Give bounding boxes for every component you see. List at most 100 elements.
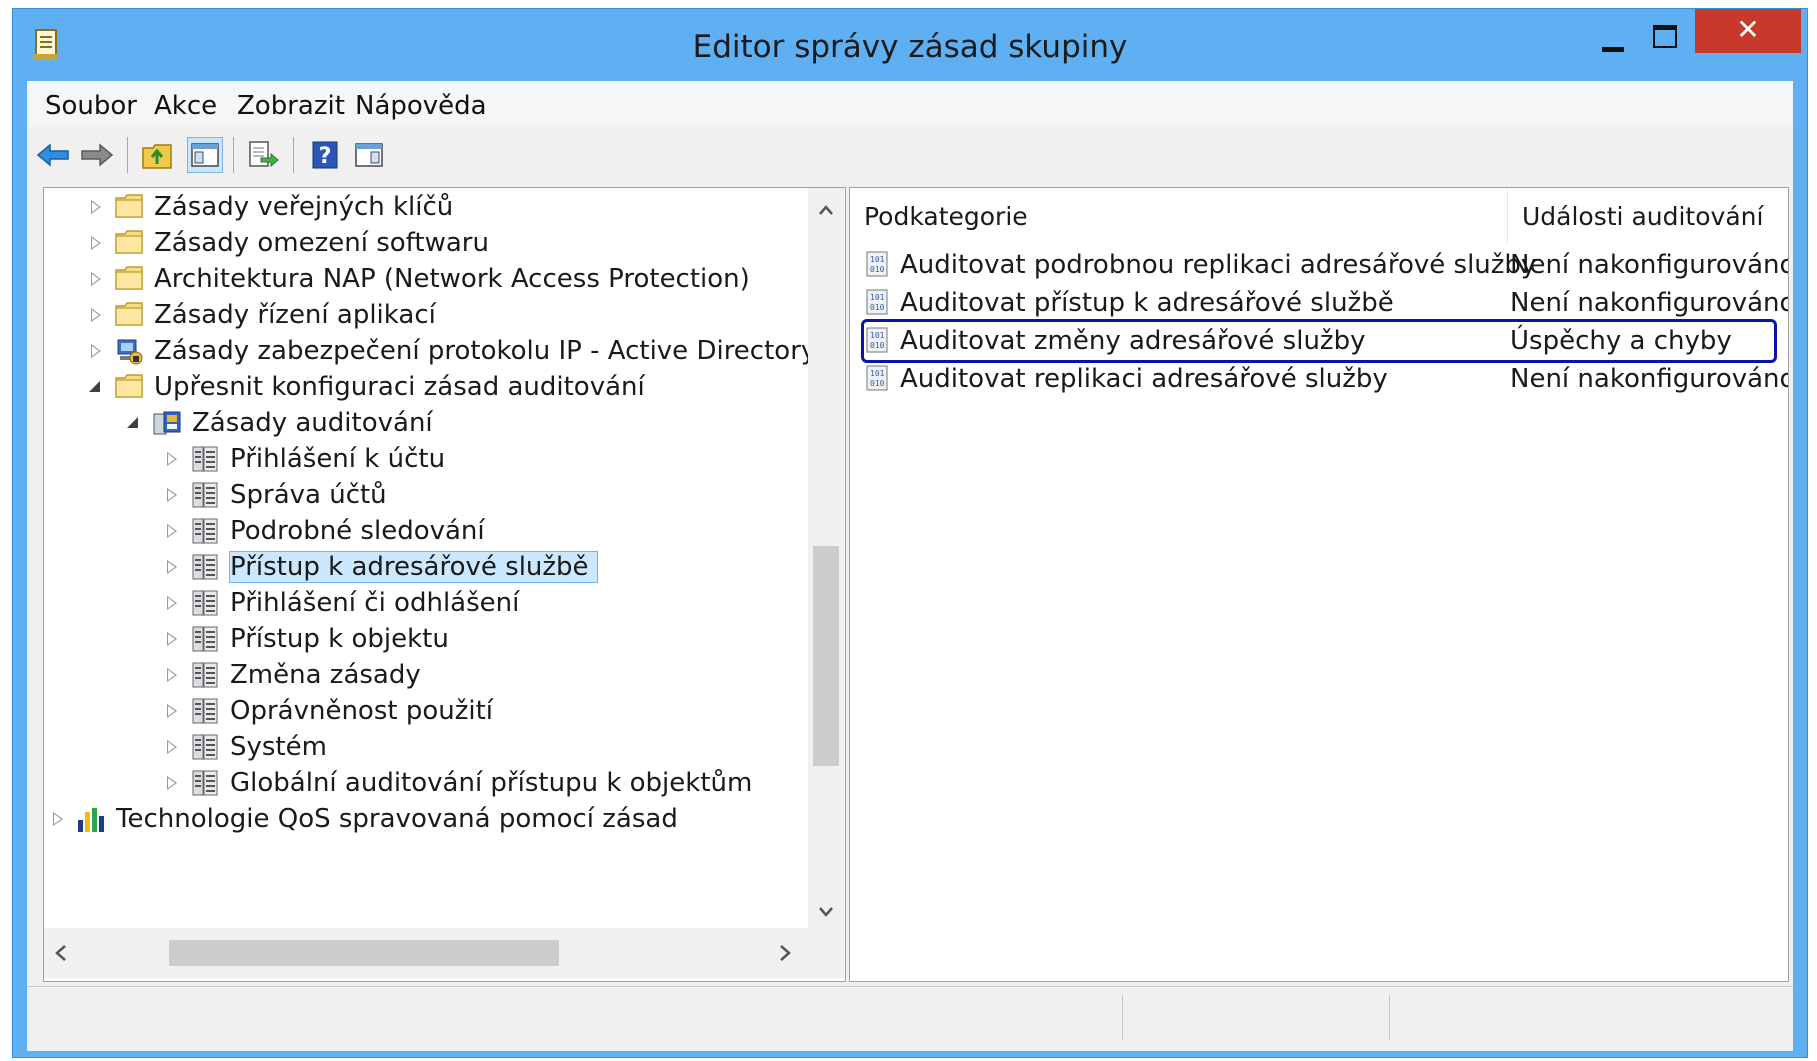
tree-item[interactable]: Změna zásady [164,656,421,694]
close-button[interactable]: ✕ [1695,9,1801,53]
folder-icon [114,372,144,402]
tree-item[interactable]: Upřesnit konfiguraci zásad auditování [88,368,645,406]
tree-item-label: Přihlášení k účtu [230,444,446,474]
tree-item[interactable]: Oprávněnost použití [164,692,493,730]
menu-zobrazit[interactable]: Zobrazit [237,91,345,121]
show-hide-action-pane-icon[interactable] [351,137,387,173]
minimize-button[interactable] [1598,25,1628,55]
scroll-left-icon[interactable] [54,944,68,966]
collapse-triangle-icon[interactable] [88,378,102,396]
forward-arrow-icon[interactable] [79,137,115,173]
expand-triangle-icon[interactable] [50,810,64,828]
expand-triangle-icon[interactable] [164,702,178,720]
list-row[interactable]: 101 010 Auditovat podrobnou replikaci adre… [864,246,1788,284]
audit-events-value: Úspěchy a chyby [1510,326,1732,356]
list-row[interactable]: 101 010 Auditovat replikaci adresářové slu… [864,360,1788,398]
expand-triangle-icon[interactable] [164,558,178,576]
audit-category-icon [190,480,220,510]
console-tree-pane[interactable]: Zásady veřejných klíčů Zásady omezení sof… [43,187,846,982]
expand-triangle-icon[interactable] [164,450,178,468]
horizontal-scroll-thumb[interactable] [169,940,559,966]
tree-item[interactable]: Zásady veřejných klíčů [88,188,453,226]
svg-text:101: 101 [870,331,885,340]
expand-triangle-icon[interactable] [164,594,178,612]
expand-triangle-icon[interactable] [88,270,102,288]
expand-triangle-icon[interactable] [164,774,178,792]
menu-napoveda[interactable]: Nápověda [355,91,487,121]
tree-item[interactable]: Přihlášení k účtu [164,440,445,478]
tree-item[interactable]: Přístup k objektu [164,620,449,658]
tree-vertical-scrollbar[interactable] [808,188,844,928]
export-list-icon[interactable] [245,137,281,173]
tree-item[interactable]: Globální auditování přístupu k objektům [164,764,752,802]
help-icon[interactable]: ? [307,137,343,173]
tree-item[interactable]: Architektura NAP (Network Access Protect… [88,260,750,298]
tree-item-label: Zásady omezení softwaru [154,228,489,258]
audit-policy-icon [152,408,182,438]
column-header-podkategorie[interactable]: Podkategorie [850,188,1508,244]
tree-item[interactable]: Systém [164,728,327,766]
back-arrow-icon[interactable] [35,137,71,173]
tree-item[interactable]: Správa účtů [164,476,387,514]
toolbar-separator [233,137,234,173]
audit-category-icon [190,588,220,618]
menu-akce[interactable]: Akce [154,91,217,121]
expand-triangle-icon[interactable] [88,234,102,252]
tree-item-label: Upřesnit konfiguraci zásad auditování [154,372,645,402]
status-separator [1389,995,1390,1039]
folder-icon [114,192,144,222]
audit-events-value: Není nakonfigurováno [1510,364,1789,394]
collapse-triangle-icon[interactable] [126,414,140,432]
audit-category-icon [190,768,220,798]
vertical-scroll-thumb[interactable] [813,546,839,766]
tree-item-label: Přihlášení či odhlášení [230,588,520,618]
details-pane[interactable]: Podkategorie Události auditování 101 010 A… [849,187,1789,982]
subcategory-name: Auditovat podrobnou replikaci adresářové… [900,250,1537,280]
tree-item[interactable]: Zásady omezení softwaru [88,224,489,262]
status-bar [27,986,1793,1047]
window-title: Editor správy zásad skupiny [692,29,1128,65]
audit-events-value: Není nakonfigurováno [1510,250,1789,280]
svg-text:101: 101 [870,293,885,302]
show-hide-tree-icon[interactable] [187,137,223,173]
scroll-right-icon[interactable] [778,944,792,966]
tree-item[interactable]: Přístup k adresářové službě [164,548,598,586]
expand-triangle-icon[interactable] [88,306,102,324]
audit-category-icon [190,444,220,474]
expand-triangle-icon[interactable] [164,738,178,756]
tree-item-label: Zásady auditování [192,408,433,438]
tree-item[interactable]: Zásady auditování [126,404,433,442]
list-row[interactable]: 101 010 Auditovat přístup k adresářové slu… [864,284,1788,322]
title-bar[interactable]: Editor správy zásad skupiny ✕ [13,9,1807,83]
tree-item[interactable]: Zásady řízení aplikací [88,296,436,334]
audit-category-icon [190,552,220,582]
tree-horizontal-scrollbar[interactable] [44,928,808,978]
up-folder-icon[interactable] [139,137,175,173]
menu-soubor[interactable]: Soubor [45,91,137,121]
expand-triangle-icon[interactable] [164,522,178,540]
audit-setting-icon: 101 010 [864,250,892,280]
svg-text:010: 010 [870,341,885,350]
svg-text:101: 101 [870,255,885,264]
column-header-udalosti-auditovani[interactable]: Události auditování [1508,188,1788,244]
list-row[interactable]: 101 010 Auditovat změny adresářové služby Ú… [861,319,1777,363]
expand-triangle-icon[interactable] [164,630,178,648]
scroll-up-icon[interactable] [818,202,834,218]
tree-item-label: Oprávněnost použití [230,696,494,726]
expand-triangle-icon[interactable] [88,198,102,216]
tree-item-label: Přístup k adresářové službě [229,551,598,583]
maximize-button[interactable] [1651,23,1681,53]
expand-triangle-icon[interactable] [164,486,178,504]
expand-triangle-icon[interactable] [88,342,102,360]
tree-item-label: Zásady veřejných klíčů [154,192,454,222]
scroll-down-icon[interactable] [818,904,834,920]
tree-item[interactable]: Podrobné sledování [164,512,485,550]
audit-setting-icon: 101 010 [864,288,892,318]
expand-triangle-icon[interactable] [164,666,178,684]
toolbar-separator [293,137,294,173]
tree-item[interactable]: Technologie QoS spravovaná pomocí zásad [50,800,678,838]
tree-item[interactable]: Přihlášení či odhlášení [164,584,519,622]
tree-item-label: Zásady zabezpečení protokolu IP - Active… [154,336,817,366]
tree-item[interactable]: Zásady zabezpečení protokolu IP - Active… [88,332,816,370]
audit-setting-icon: 101 010 [864,364,892,394]
